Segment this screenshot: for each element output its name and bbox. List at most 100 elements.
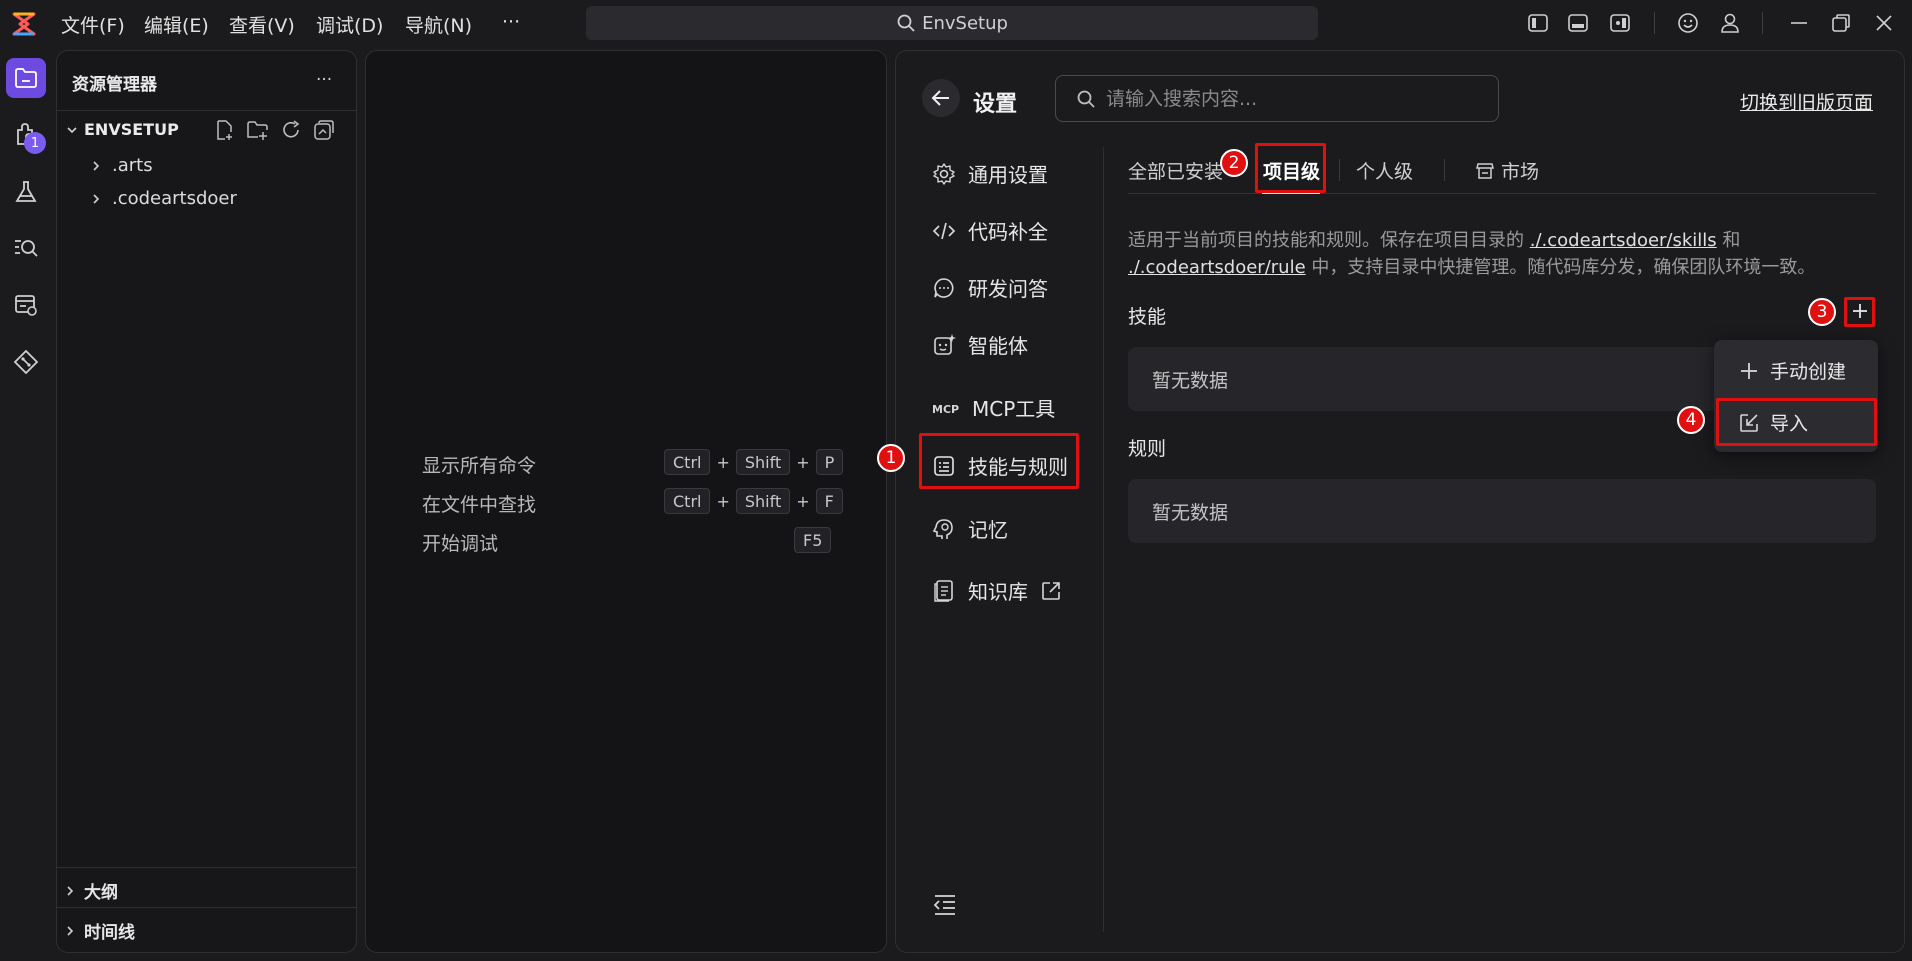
nav-dev-qa[interactable]: 研发问答 — [932, 273, 1048, 302]
feedback-smile-icon[interactable] — [1677, 12, 1699, 34]
tree-item-codeartsdoer[interactable]: .codeartsdoer — [90, 188, 237, 209]
new-file-icon[interactable] — [214, 119, 236, 141]
tab-divider — [1444, 159, 1445, 181]
shortcut-label-show-commands: 显示所有命令 — [422, 455, 537, 477]
chevron-right-icon — [90, 160, 102, 172]
account-icon[interactable] — [1719, 12, 1741, 34]
search-icon — [896, 13, 916, 33]
refresh-icon[interactable] — [280, 119, 302, 141]
toggle-panel-icon[interactable] — [1567, 12, 1589, 34]
rules-section-title: 规则 — [1128, 438, 1167, 460]
new-folder-icon[interactable] — [246, 119, 270, 141]
desc-text: 中，支持目录中快捷管理。随代码库分发，确保团队环境一致。 — [1305, 257, 1816, 278]
key-ctrl: Ctrl — [664, 449, 711, 475]
switch-old-page-link[interactable]: 切换到旧版页面 — [1740, 88, 1873, 115]
collapse-all-icon[interactable] — [313, 119, 335, 141]
timeline-label: 时间线 — [84, 923, 135, 943]
menu-file[interactable]: 文件(F) — [61, 11, 125, 38]
settings-search-field[interactable] — [1055, 75, 1499, 122]
desc-text: 适用于当前项目的技能和规则。保存在项目目录的 — [1128, 230, 1530, 251]
key-plus: + — [716, 452, 730, 472]
shortcut-label-find-in-files: 在文件中查找 — [422, 494, 537, 516]
desc-text: 和 — [1716, 230, 1741, 251]
nav-memory[interactable]: 记忆 — [932, 514, 1008, 543]
nav-knowledge-base[interactable]: 知识库 — [932, 576, 1062, 605]
explorer-more-button[interactable]: ··· — [316, 70, 332, 90]
outline-section[interactable]: 大纲 — [64, 878, 118, 903]
menu-navigate[interactable]: 导航(N) — [405, 11, 472, 38]
menu-edit[interactable]: 编辑(E) — [144, 11, 209, 38]
shortcut-keys: F5 — [794, 527, 832, 553]
nav-general-settings[interactable]: 通用设置 — [932, 159, 1048, 188]
activity-explorer[interactable] — [6, 58, 46, 98]
gear-icon — [932, 162, 956, 186]
explorer-root-folder[interactable]: ENVSETUP — [66, 120, 179, 139]
explorer-title: 资源管理器 — [72, 75, 157, 95]
nav-label: MCP工具 — [972, 397, 1056, 421]
shortcut-keys: Ctrl + Shift + P — [664, 449, 844, 475]
folder-icon — [13, 65, 39, 91]
dropdown-item-label: 手动创建 — [1770, 361, 1847, 383]
tree-item-arts[interactable]: .arts — [90, 155, 153, 176]
chevron-down-icon — [66, 124, 78, 136]
nav-mcp-tools[interactable]: MCP MCP工具 — [932, 393, 1055, 422]
skills-path-link[interactable]: ./.codeartsdoer/skills — [1530, 230, 1717, 251]
timeline-section[interactable]: 时间线 — [64, 918, 135, 943]
annotation-box-project-tab — [1255, 143, 1326, 193]
annotation-badge: 3 — [1808, 298, 1836, 326]
annotation-badge: 1 — [877, 444, 905, 472]
toggle-secondary-sidebar-icon[interactable] — [1609, 12, 1631, 34]
menu-debug[interactable]: 调试(D) — [316, 11, 383, 38]
tab-divider — [1339, 159, 1340, 181]
menu-more[interactable]: ··· — [502, 11, 520, 33]
nav-label: 通用设置 — [968, 163, 1048, 187]
knowledge-book-icon — [932, 579, 956, 603]
menu-view[interactable]: 查看(V) — [229, 11, 295, 38]
code-icon — [932, 219, 956, 243]
search-icon — [1076, 89, 1096, 109]
key-shift: Shift — [735, 449, 791, 475]
tab-personal-level[interactable]: 个人级 — [1356, 157, 1413, 184]
nav-label: 研发问答 — [968, 277, 1048, 301]
search-code-icon[interactable] — [10, 232, 42, 264]
key-ctrl: Ctrl — [664, 488, 711, 514]
outline-label: 大纲 — [84, 883, 118, 903]
tab-label: 市场 — [1501, 161, 1540, 183]
plus-icon — [1738, 360, 1760, 382]
nav-agent[interactable]: 智能体 — [932, 330, 1028, 359]
rule-path-link[interactable]: ./.codeartsdoer/rule — [1128, 257, 1306, 278]
command-center-label: EnvSetup — [922, 12, 1008, 34]
source-control-icon[interactable] — [10, 346, 42, 378]
tree-item-label: .arts — [112, 155, 153, 176]
titlebar-divider — [1762, 12, 1763, 34]
annotation-box-add-button — [1844, 297, 1875, 327]
remote-explorer-icon[interactable] — [10, 289, 42, 321]
collapse-nav-icon[interactable] — [932, 893, 958, 917]
tree-item-label: .codeartsdoer — [112, 188, 237, 209]
key-f5: F5 — [794, 527, 832, 553]
key-plus: + — [796, 491, 810, 511]
settings-title: 设置 — [973, 92, 1018, 117]
testing-flask-icon[interactable] — [10, 176, 42, 208]
chevron-right-icon — [64, 885, 76, 897]
chevron-right-icon — [64, 925, 76, 937]
svg-text:MCP: MCP — [932, 403, 959, 416]
explorer-divider — [57, 110, 356, 111]
key-f: F — [815, 488, 843, 514]
nav-code-completion[interactable]: 代码补全 — [932, 216, 1048, 245]
brain-icon — [932, 517, 956, 541]
toggle-sidebar-icon[interactable] — [1527, 12, 1549, 34]
key-p: P — [815, 449, 844, 475]
explorer-divider — [57, 867, 356, 868]
tab-market[interactable]: 市场 — [1475, 157, 1539, 184]
settings-search-input[interactable] — [1106, 87, 1486, 110]
back-button[interactable] — [922, 79, 960, 117]
rules-empty-state: 暂无数据 — [1128, 479, 1876, 543]
minimize-icon[interactable] — [1788, 12, 1810, 34]
restore-icon[interactable] — [1830, 12, 1852, 34]
dropdown-manual-create[interactable]: 手动创建 — [1738, 357, 1846, 384]
external-link-icon — [1040, 580, 1062, 602]
tab-all-installed[interactable]: 全部已安装 — [1128, 157, 1223, 184]
command-center[interactable]: EnvSetup — [586, 6, 1318, 40]
close-icon[interactable] — [1873, 12, 1895, 34]
